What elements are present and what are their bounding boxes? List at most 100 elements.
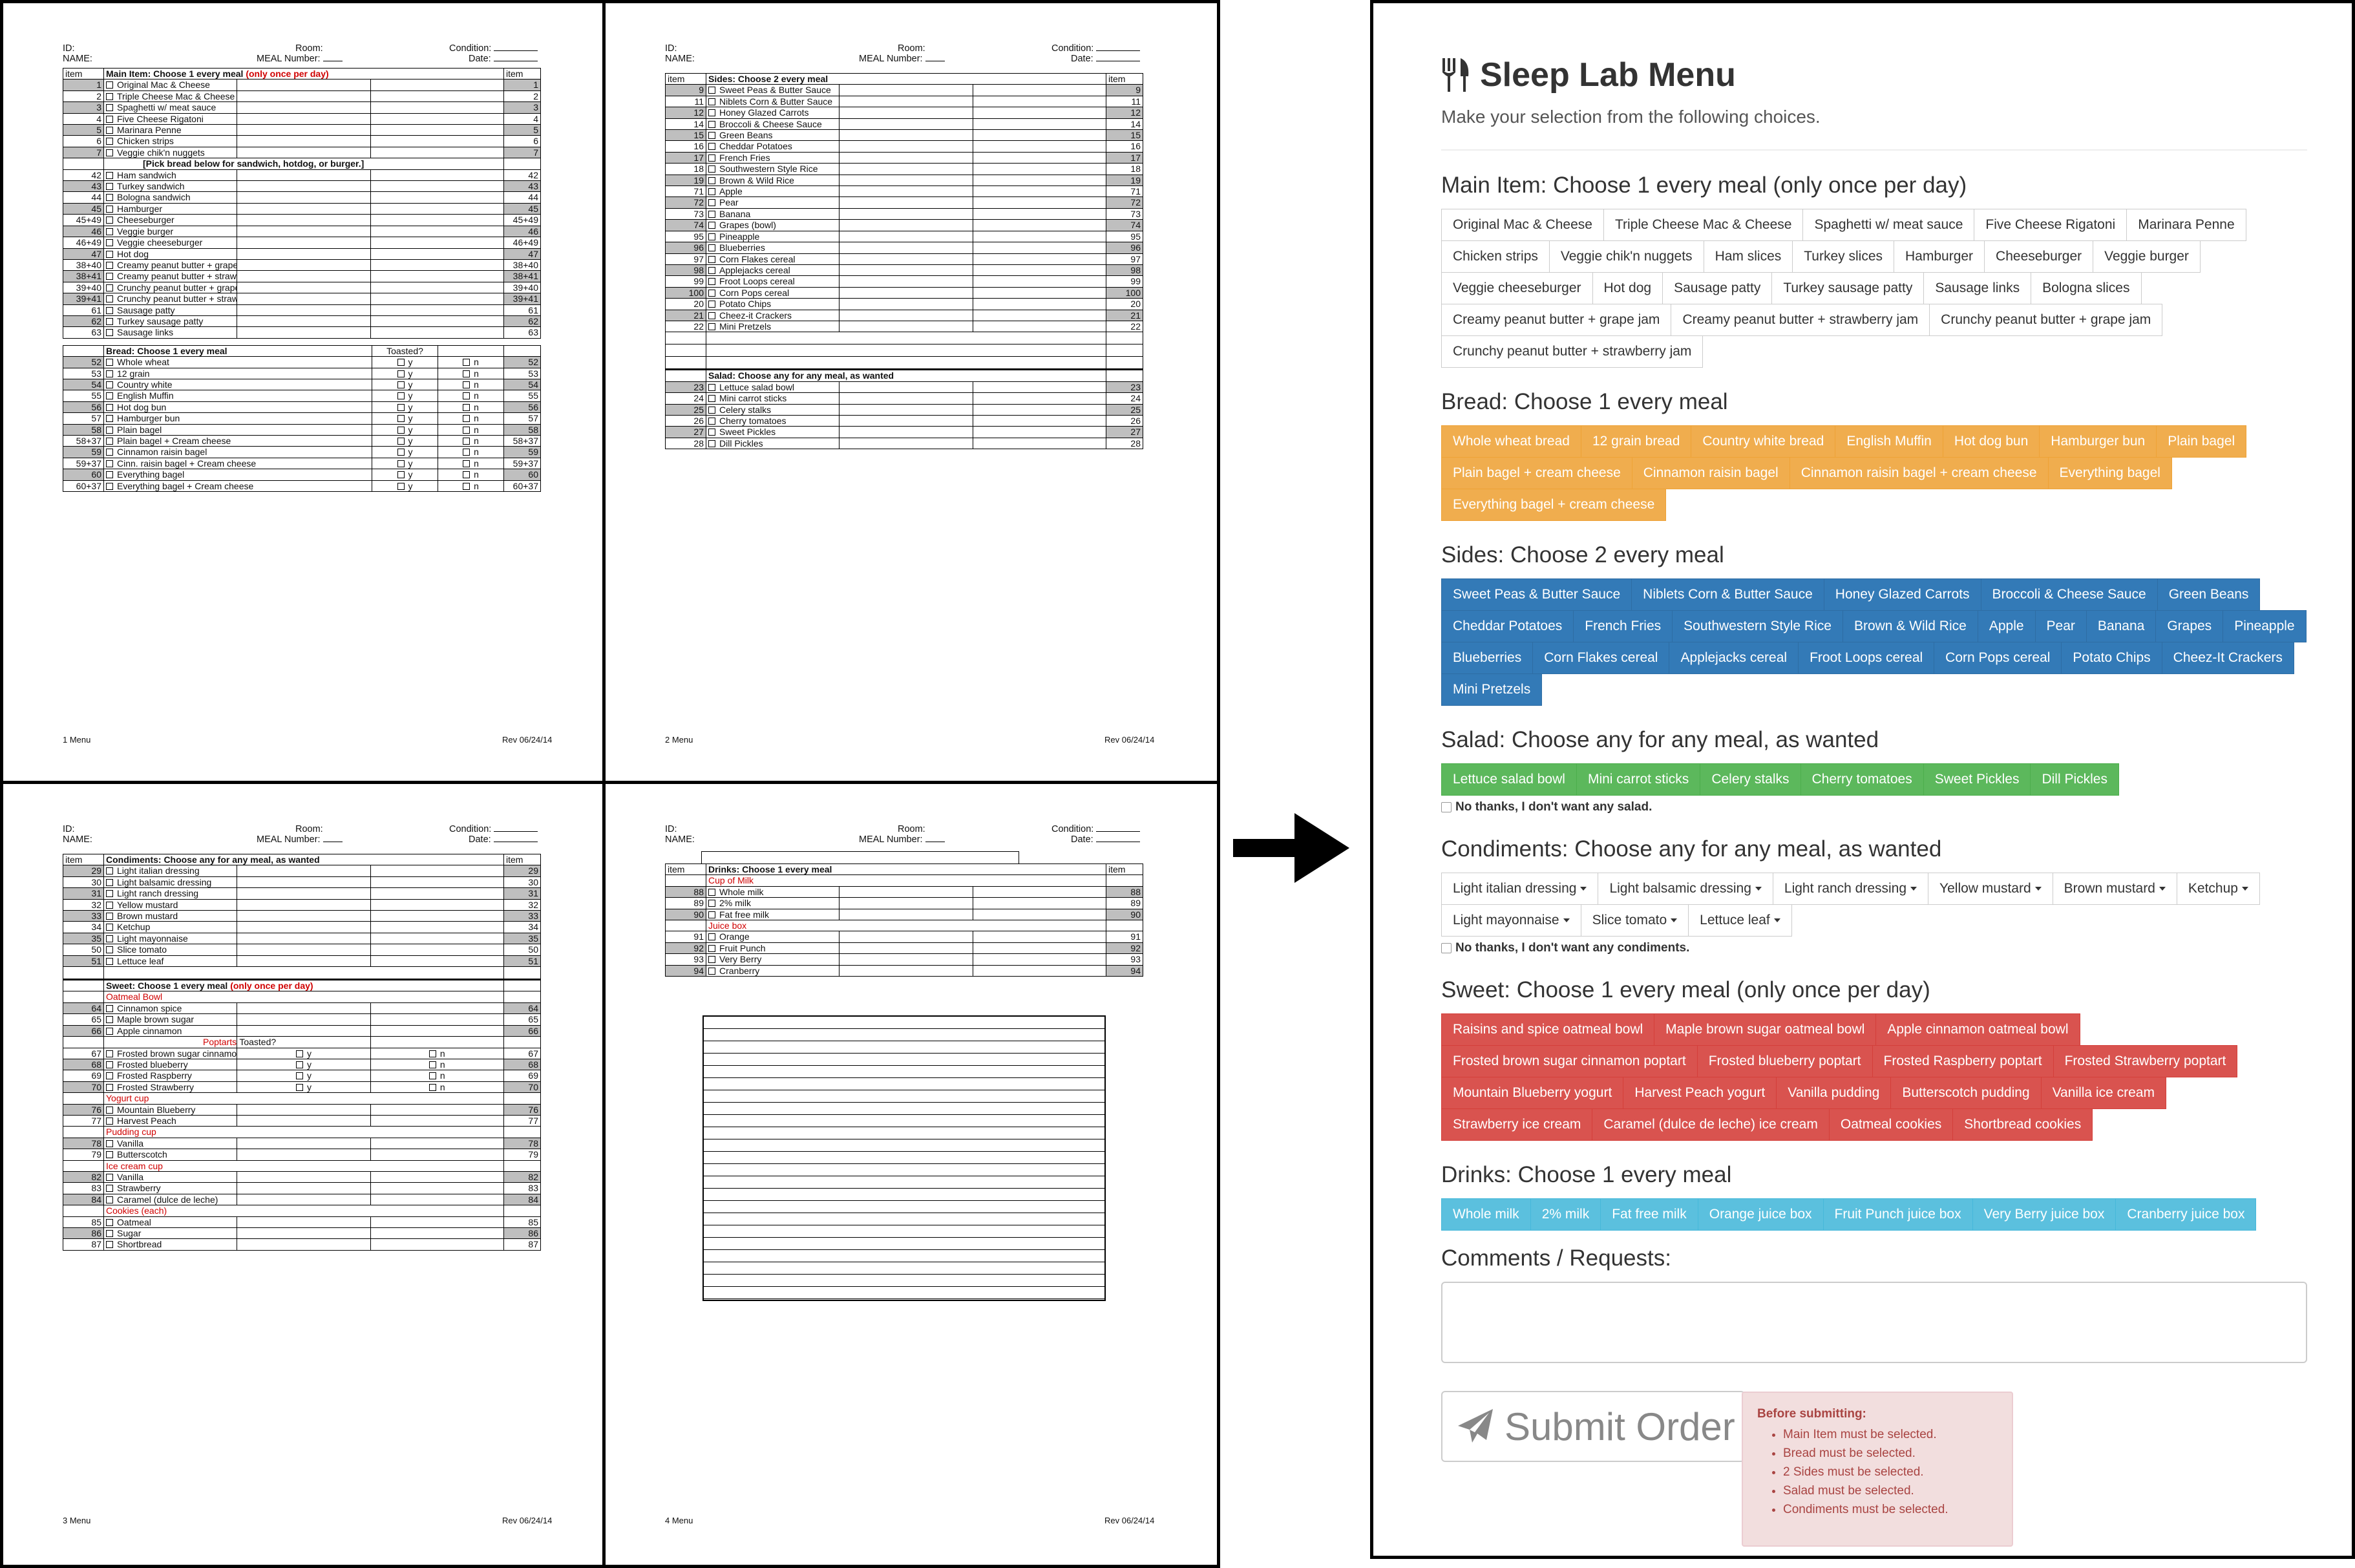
menu-option-button[interactable]: Bologna slices: [2031, 272, 2142, 304]
menu-option-button[interactable]: 2% milk: [1530, 1198, 1601, 1231]
menu-option-button[interactable]: Cranberry juice box: [2115, 1198, 2257, 1231]
menu-option-button[interactable]: Oatmeal cookies: [1828, 1108, 1954, 1141]
menu-option-button[interactable]: Creamy peanut butter + strawberry jam: [1671, 304, 1930, 336]
menu-option-button[interactable]: Dill Pickles: [2030, 763, 2119, 796]
menu-option-button[interactable]: Cheeseburger: [1984, 240, 2094, 273]
menu-option-button[interactable]: English Muffin: [1835, 425, 1943, 458]
menu-option-button[interactable]: Brown mustard: [2052, 873, 2177, 905]
menu-option-button[interactable]: Broccoli & Cheese Sauce: [1980, 578, 2158, 611]
menu-option-button[interactable]: Frosted blueberry poptart: [1696, 1045, 1873, 1077]
menu-option-button[interactable]: Whole wheat bread: [1441, 425, 1581, 458]
menu-option-button[interactable]: Creamy peanut butter + grape jam: [1441, 304, 1672, 336]
menu-option-button[interactable]: Grapes: [2155, 610, 2224, 642]
menu-option-button[interactable]: Sweet Pickles: [1923, 763, 2031, 796]
menu-option-button[interactable]: Plain bagel: [2156, 425, 2247, 458]
menu-option-button[interactable]: 12 grain bread: [1580, 425, 1692, 458]
menu-option-button[interactable]: Fruit Punch juice box: [1822, 1198, 1973, 1231]
menu-option-button[interactable]: Strawberry ice cream: [1441, 1108, 1593, 1141]
menu-option-button[interactable]: Original Mac & Cheese: [1441, 209, 1604, 241]
menu-option-button[interactable]: Butterscotch pudding: [1890, 1077, 2042, 1109]
menu-option-button[interactable]: Vanilla ice cream: [2040, 1077, 2166, 1109]
no-condiments-checkbox[interactable]: No thanks, I don't want any condiments.: [1441, 941, 2307, 955]
menu-option-button[interactable]: Slice tomato: [1580, 904, 1689, 937]
menu-option-button[interactable]: Frosted brown sugar cinnamon poptart: [1441, 1045, 1698, 1077]
menu-option-button[interactable]: Celery stalks: [1700, 763, 1801, 796]
menu-option-button[interactable]: Crunchy peanut butter + grape jam: [1929, 304, 2163, 336]
menu-option-button[interactable]: Light italian dressing: [1441, 873, 1599, 905]
checkbox-box[interactable]: [1441, 943, 1452, 953]
menu-option-button[interactable]: Corn Pops cereal: [1934, 642, 2062, 674]
menu-option-button[interactable]: Caramel (dulce de leche) ice cream: [1592, 1108, 1830, 1141]
menu-option-button[interactable]: Banana: [2086, 610, 2157, 642]
menu-option-button[interactable]: Cinnamon raisin bagel + cream cheese: [1789, 457, 2049, 489]
menu-option-button[interactable]: Country white bread: [1691, 425, 1836, 458]
menu-option-button[interactable]: Frosted Raspberry poptart: [1872, 1045, 2054, 1077]
menu-option-button[interactable]: Fat free milk: [1600, 1198, 1698, 1231]
menu-option-button[interactable]: Light ranch dressing: [1772, 873, 1929, 905]
menu-option-button[interactable]: Lettuce salad bowl: [1441, 763, 1577, 796]
menu-option-button[interactable]: Lettuce leaf: [1688, 904, 1792, 937]
menu-option-button[interactable]: Blueberries: [1441, 642, 1534, 674]
menu-option-button[interactable]: Sweet Peas & Butter Sauce: [1441, 578, 1632, 611]
menu-option-button[interactable]: Green Beans: [2157, 578, 2261, 611]
menu-option-button[interactable]: Hot dog bun: [1942, 425, 2040, 458]
menu-option-button[interactable]: Plain bagel + cream cheese: [1441, 457, 1632, 489]
menu-option-button[interactable]: Turkey slices: [1792, 240, 1894, 273]
menu-option-button[interactable]: Hamburger: [1894, 240, 1985, 273]
checkbox-box[interactable]: [1441, 802, 1452, 812]
submit-order-button[interactable]: Submit Order: [1441, 1391, 1745, 1462]
menu-option-button[interactable]: Apple cinnamon oatmeal bowl: [1875, 1013, 2080, 1046]
menu-option-button[interactable]: Southwestern Style Rice: [1672, 610, 1843, 642]
menu-option-button[interactable]: Brown & Wild Rice: [1842, 610, 1978, 642]
menu-option-button[interactable]: French Fries: [1573, 610, 1673, 642]
menu-option-button[interactable]: Raisins and spice oatmeal bowl: [1441, 1013, 1655, 1046]
menu-option-button[interactable]: Corn Flakes cereal: [1532, 642, 1670, 674]
menu-option-button[interactable]: Turkey sausage patty: [1771, 272, 1925, 304]
menu-option-button[interactable]: Shortbread cookies: [1952, 1108, 2093, 1141]
menu-option-button[interactable]: Mini Pretzels: [1441, 673, 1543, 706]
menu-option-button[interactable]: Honey Glazed Carrots: [1823, 578, 1981, 611]
menu-option-button[interactable]: Veggie burger: [2093, 240, 2201, 273]
menu-option-button[interactable]: Chicken strips: [1441, 240, 1550, 273]
menu-option-button[interactable]: Everything bagel + cream cheese: [1441, 489, 1667, 521]
menu-option-button[interactable]: Pineapple: [2223, 610, 2307, 642]
menu-option-button[interactable]: Triple Cheese Mac & Cheese: [1603, 209, 1804, 241]
menu-option-button[interactable]: Veggie cheeseburger: [1441, 272, 1593, 304]
menu-option-button[interactable]: Everything bagel: [2047, 457, 2172, 489]
menu-option-button[interactable]: Cinnamon raisin bagel: [1631, 457, 1790, 489]
menu-option-button[interactable]: Hot dog: [1592, 272, 1663, 304]
menu-option-button[interactable]: Maple brown sugar oatmeal bowl: [1654, 1013, 1877, 1046]
menu-option-button[interactable]: Froot Loops cereal: [1798, 642, 1935, 674]
menu-option-button[interactable]: Applejacks cereal: [1669, 642, 1799, 674]
comments-textarea[interactable]: [1441, 1282, 2307, 1363]
menu-option-button[interactable]: Spaghetti w/ meat sauce: [1802, 209, 1975, 241]
menu-option-button[interactable]: Mini carrot sticks: [1576, 763, 1701, 796]
menu-option-button[interactable]: Ketchup: [2176, 873, 2260, 905]
menu-option-button[interactable]: Apple: [1977, 610, 2036, 642]
menu-option-button[interactable]: Frosted Strawberry poptart: [2053, 1045, 2238, 1077]
menu-option-button[interactable]: Five Cheese Rigatoni: [1974, 209, 2128, 241]
menu-option-button[interactable]: Mountain Blueberry yogurt: [1441, 1077, 1624, 1109]
menu-option-button[interactable]: Hamburger bun: [2039, 425, 2157, 458]
menu-option-button[interactable]: Ham slices: [1703, 240, 1793, 273]
menu-option-button[interactable]: Light balsamic dressing: [1598, 873, 1773, 905]
menu-option-button[interactable]: Harvest Peach yogurt: [1623, 1077, 1777, 1109]
menu-option-button[interactable]: Sausage links: [1923, 272, 2032, 304]
menu-option-button[interactable]: Pear: [2034, 610, 2087, 642]
menu-option-button[interactable]: Whole milk: [1441, 1198, 1531, 1231]
menu-option-button[interactable]: Orange juice box: [1697, 1198, 1824, 1231]
menu-option-button[interactable]: Niblets Corn & Butter Sauce: [1631, 578, 1824, 611]
menu-option-button[interactable]: Vanilla pudding: [1776, 1077, 1892, 1109]
menu-option-button[interactable]: Cherry tomatoes: [1800, 763, 1924, 796]
no-salad-checkbox[interactable]: No thanks, I don't want any salad.: [1441, 800, 2307, 814]
menu-option-button[interactable]: Veggie chik'n nuggets: [1548, 240, 1704, 273]
menu-option-button[interactable]: Light mayonnaise: [1441, 904, 1581, 937]
menu-option-button[interactable]: Cheddar Potatoes: [1441, 610, 1574, 642]
menu-option-button[interactable]: Cheez-It Crackers: [2161, 642, 2294, 674]
menu-option-button[interactable]: Crunchy peanut butter + strawberry jam: [1441, 335, 1704, 368]
menu-option-button[interactable]: Sausage patty: [1662, 272, 1773, 304]
menu-option-button[interactable]: Potato Chips: [2061, 642, 2162, 674]
menu-option-button[interactable]: Marinara Penne: [2126, 209, 2246, 241]
menu-option-button[interactable]: Yellow mustard: [1928, 873, 2053, 905]
menu-option-button[interactable]: Very Berry juice box: [1972, 1198, 2117, 1231]
